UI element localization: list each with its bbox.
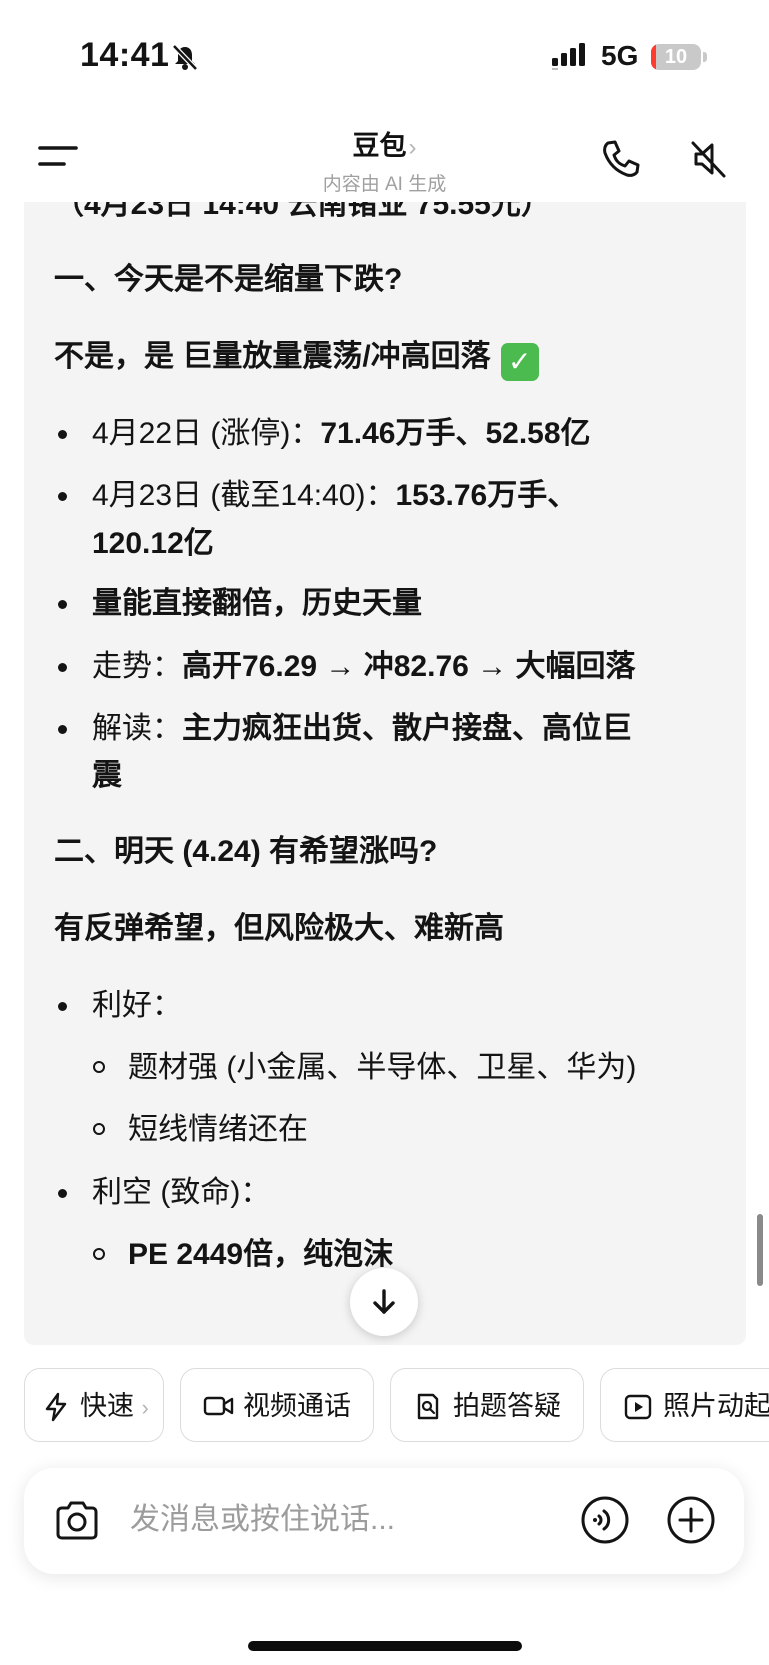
sub-list-item: 题材强 (小金属、半导体、卫星、华为) [128, 1051, 637, 1084]
battery-cap [703, 52, 707, 62]
speaker-off-icon[interactable] [688, 138, 730, 180]
section-title: 一、今天是不是缩量下跌? [54, 263, 403, 296]
sub-bullet-circle [93, 1248, 105, 1260]
signal-icon [552, 43, 585, 70]
input-bar [24, 1468, 744, 1574]
sub-bullet-circle [93, 1061, 105, 1073]
photo-question-chip[interactable]: 拍题答疑 [390, 1368, 584, 1442]
bullet-dot [58, 1002, 67, 1011]
quick-actions: 快速 › 视频通话 拍题答疑 照片动起来 [0, 1368, 769, 1444]
bullet-dot [58, 430, 67, 439]
scroll-down-button[interactable] [350, 1268, 418, 1336]
sub-list-item: PE 2449倍，纯泡沫 [128, 1238, 394, 1271]
list-item: 4月23日 (截至14:40)：153.76万手、 [92, 479, 578, 512]
message-input[interactable] [130, 1498, 550, 1542]
status-bar: 14:41 5G 10 [0, 0, 769, 110]
section-answer: 有反弹希望，但风险极大、难新高 [54, 912, 504, 945]
phone-icon[interactable] [600, 138, 642, 180]
pros-label: 利好： [92, 989, 182, 1022]
list-item: 解读：主力疯狂出货、散户接盘、高位巨 [92, 712, 632, 745]
message-intro: （4月23日 14:40 云南锗业 75.55元） [54, 202, 551, 221]
battery-icon: 10 [651, 44, 701, 70]
chevron-right-icon: › [408, 134, 417, 161]
voice-input-icon[interactable] [579, 1494, 631, 1546]
list-item-continuation: 120.12亿 [92, 527, 214, 560]
list-item: 量能直接翻倍，历史天量 [92, 587, 422, 620]
search-doc-icon [417, 1393, 439, 1420]
speed-mode-chip[interactable]: 快速 › [24, 1368, 164, 1442]
chat-area[interactable]: （4月23日 14:40 云南锗业 75.55元） 一、今天是不是缩量下跌? 不… [0, 202, 769, 1345]
check-icon: ✓ [500, 343, 539, 381]
scrollbar[interactable] [757, 1214, 763, 1286]
bell-off-icon [172, 44, 198, 71]
camera-icon[interactable] [54, 1500, 100, 1542]
ai-generated-notice: 内容由 AI 生成 [322, 174, 447, 195]
sub-list-item: 短线情绪还在 [128, 1113, 308, 1146]
lightning-icon [45, 1392, 67, 1422]
app-header: 豆包› 内容由 AI 生成 [0, 110, 769, 202]
list-item: 4月22日 (涨停)：71.46万手、52.58亿 [92, 417, 591, 450]
status-time: 14:41 [80, 36, 170, 74]
video-call-chip[interactable]: 视频通话 [180, 1368, 374, 1442]
play-icon [624, 1394, 652, 1420]
animate-photo-chip[interactable]: 照片动起来 [600, 1368, 769, 1442]
bullet-dot [58, 492, 67, 501]
bullet-dot [58, 725, 67, 734]
cons-label: 利空 (致命)： [92, 1176, 271, 1209]
bullet-dot [58, 1189, 67, 1198]
bot-name[interactable]: 豆包 [353, 131, 407, 161]
chevron-right-icon: › [141, 1395, 149, 1420]
plus-icon[interactable] [665, 1494, 717, 1546]
section-title: 二、明天 (4.24) 有希望涨吗? [54, 835, 438, 868]
section-answer: 不是，是 巨量放量震荡/冲高回落 ✓ [54, 332, 539, 382]
list-item: 走势：高开76.29 → 冲82.76 → 大幅回落 [92, 650, 636, 683]
home-indicator[interactable] [248, 1641, 522, 1651]
bullet-dot [58, 663, 67, 672]
chat-title[interactable]: 豆包› 内容由 AI 生成 [0, 124, 769, 196]
arrow-down-icon [373, 1289, 395, 1314]
list-item-continuation: 震 [92, 759, 122, 792]
battery-level: 10 [664, 46, 688, 68]
bullet-dot [58, 600, 67, 609]
sub-bullet-circle [93, 1123, 105, 1135]
video-icon [203, 1396, 234, 1416]
network-type: 5G [601, 40, 639, 71]
